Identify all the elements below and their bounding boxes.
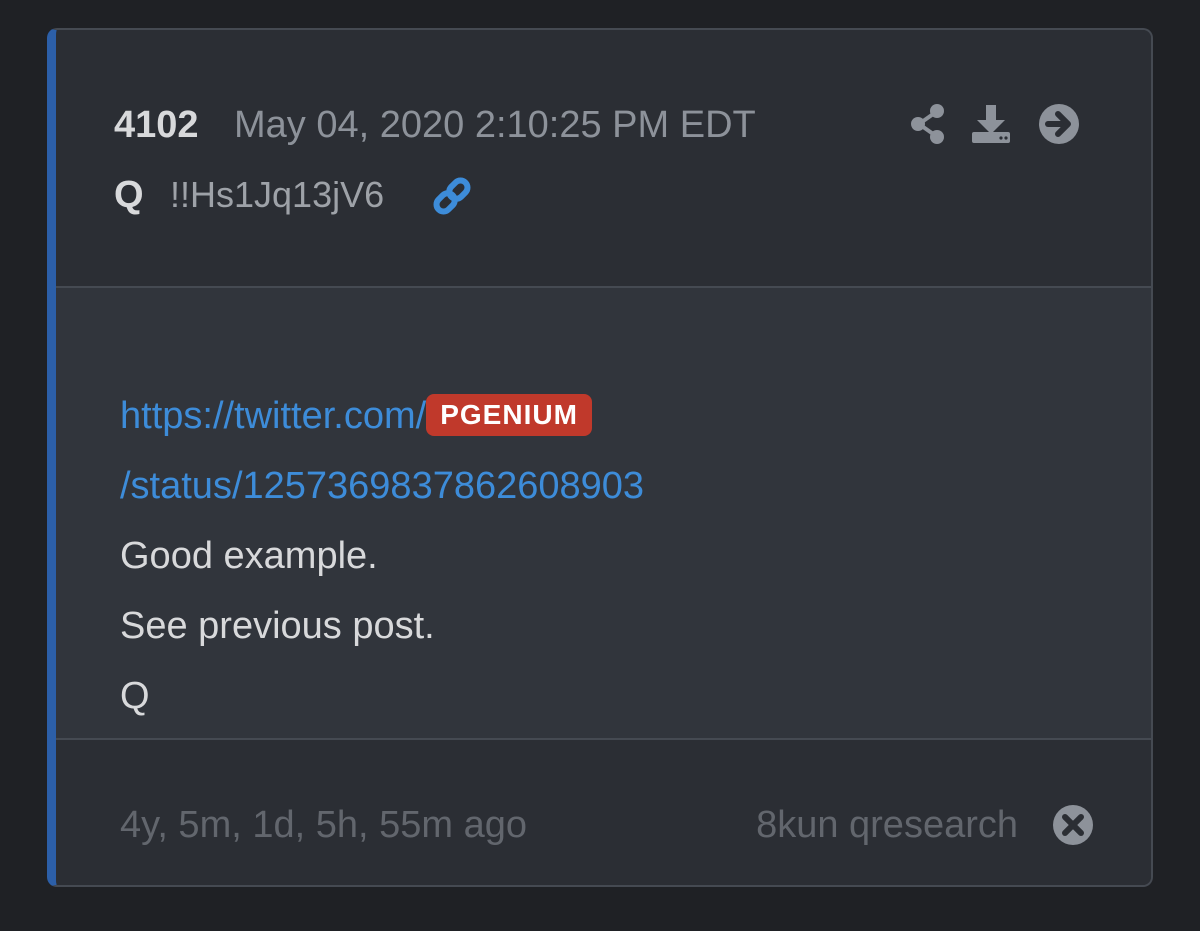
post-footer: 4y, 5m, 1d, 5h, 55m ago 8kun qresearch bbox=[56, 740, 1151, 885]
download-icon[interactable] bbox=[969, 102, 1013, 146]
share-icon[interactable] bbox=[906, 102, 950, 146]
tripcode: !!Hs1Jq13jV6 bbox=[170, 174, 385, 215]
body-text-line: Good example. bbox=[120, 535, 378, 577]
author-name: Q bbox=[114, 174, 144, 216]
tweet-link-line-2[interactable]: /status/1257369837862608903 bbox=[120, 462, 644, 510]
body-text-line: See previous post. bbox=[120, 605, 435, 647]
tweet-link-line-1[interactable]: https://twitter.com/PGENIUM bbox=[120, 392, 592, 440]
tweet-link-part2[interactable]: /status/1257369837862608903 bbox=[120, 465, 644, 507]
post-header: 4102 May 04, 2020 2:10:25 PM EDT Q !!Hs1… bbox=[56, 30, 1151, 288]
tweet-link-part1[interactable]: https://twitter.com/ bbox=[120, 395, 426, 437]
source-label: 8kun qresearch bbox=[756, 804, 1018, 846]
link-icon[interactable] bbox=[430, 174, 474, 218]
arrow-right-icon[interactable] bbox=[1037, 102, 1081, 146]
body-text-line: Q bbox=[120, 675, 150, 717]
time-ago: 4y, 5m, 1d, 5h, 55m ago bbox=[120, 804, 527, 846]
post-number: 4102 bbox=[114, 104, 199, 146]
post-card: 4102 May 04, 2020 2:10:25 PM EDT Q !!Hs1… bbox=[47, 28, 1153, 887]
redaction-badge: PGENIUM bbox=[426, 394, 592, 436]
post-body: https://twitter.com/PGENIUM /status/1257… bbox=[56, 288, 1151, 740]
post-timestamp: May 04, 2020 2:10:25 PM EDT bbox=[234, 104, 756, 146]
close-icon[interactable] bbox=[1052, 804, 1094, 846]
